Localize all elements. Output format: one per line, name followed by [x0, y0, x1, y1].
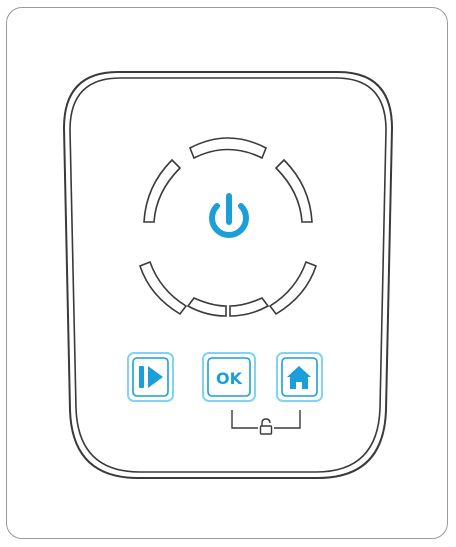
power-icon[interactable]	[209, 193, 249, 239]
led-segment-bottom-left	[186, 297, 227, 317]
device-inner-shell	[69, 77, 387, 473]
child-lock-indicator	[231, 410, 301, 435]
home-button[interactable]	[276, 352, 323, 402]
led-segment-bottom-right	[229, 297, 270, 317]
led-segment-upper-right	[274, 158, 313, 223]
ok-button[interactable]: OK	[202, 352, 256, 402]
lock-icon	[259, 418, 273, 435]
lock-bracket-left	[231, 410, 258, 429]
robot-vacuum-control-panel: OK	[62, 71, 394, 479]
device-outer-shell	[62, 71, 394, 479]
ok-button-label: OK	[216, 369, 243, 388]
led-segment-upper-left	[143, 158, 182, 223]
status-led-ring	[139, 137, 317, 317]
lock-bracket-right	[274, 410, 301, 429]
led-segment-lower-right	[268, 260, 317, 316]
led-segment-top	[188, 137, 268, 160]
play-step-button[interactable]	[127, 352, 174, 402]
led-segment-lower-left	[139, 260, 188, 316]
